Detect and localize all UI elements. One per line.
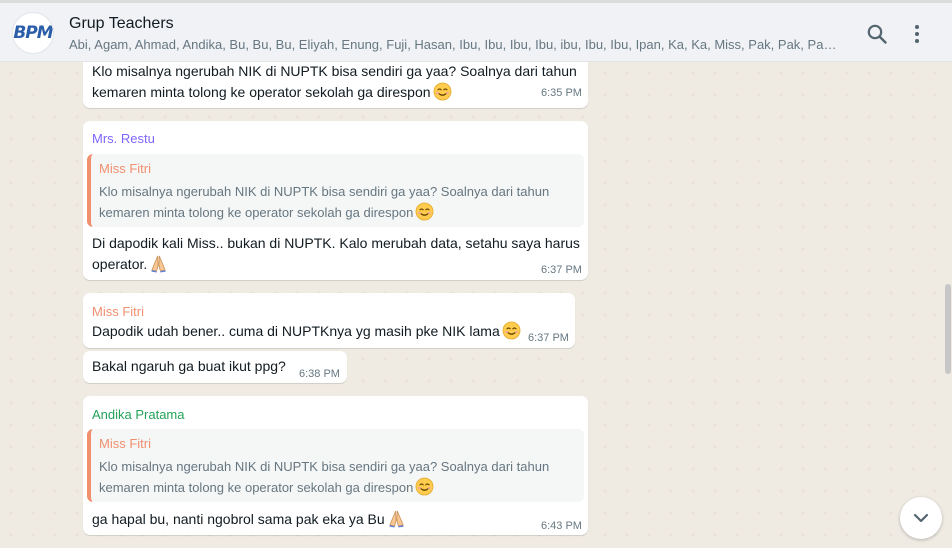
quote-author: Miss Fitri — [99, 436, 151, 451]
group-avatar[interactable]: BPM — [12, 12, 54, 54]
smiling-face-emoji — [415, 477, 435, 496]
quote-text: Klo misalnya ngerubah NIK di NUPTK bisa … — [99, 459, 550, 496]
message-time: 6:37 PM — [528, 332, 569, 344]
chat-header[interactable]: BPM Grup Teachers Abi, Agam, Ahmad, Andi… — [0, 0, 952, 62]
chat-title[interactable]: Grup Teachers — [69, 15, 174, 33]
smiling-face-emoji — [432, 81, 452, 101]
sender-name[interactable]: Andika Pratama — [92, 407, 185, 422]
message-time: 6:35 PM — [541, 87, 582, 99]
quote-author: Miss Fitri — [99, 161, 151, 176]
folded-hands-emoji — [388, 510, 404, 528]
message-text: Klo misalnya ngerubah NIK di NUPTK bisa … — [92, 63, 577, 101]
chat-members-list[interactable]: Abi, Agam, Ahmad, Andika, Bu, Bu, Bu, El… — [69, 37, 839, 52]
message-text: ga hapal bu, nanti ngobrol sama pak eka … — [92, 509, 406, 530]
sender-name[interactable]: Miss Fitri — [92, 304, 144, 319]
chevron-down-icon — [913, 513, 929, 523]
group-avatar-logo: BPM — [13, 23, 53, 43]
search-icon[interactable] — [865, 22, 889, 46]
message-time: 6:38 PM — [299, 368, 340, 380]
smiling-face-emoji — [415, 202, 435, 221]
message-time: 6:43 PM — [541, 520, 582, 532]
quoted-message[interactable]: Miss Fitri Klo misalnya ngerubah NIK di … — [87, 154, 584, 227]
menu-icon[interactable] — [905, 22, 929, 46]
message-bubble[interactable]: Mrs. Restu Miss Fitri Klo misalnya ngeru… — [83, 121, 588, 280]
folded-hands-emoji — [151, 254, 167, 273]
message-text: Di dapodik kali Miss.. bukan di NUPTK. K… — [92, 235, 580, 273]
message-time: 6:37 PM — [541, 264, 582, 276]
message-text: Dapodik udah bener.. cuma di NUPTKnya yg… — [92, 321, 521, 342]
message-text: Bakal ngaruh ga buat ikut ppg? — [92, 358, 286, 374]
message-bubble[interactable]: Bakal ngaruh ga buat ikut ppg? 6:38 PM — [83, 351, 347, 383]
scrollbar-thumb[interactable] — [945, 284, 951, 374]
scroll-to-bottom-button[interactable] — [900, 497, 942, 539]
sender-name[interactable]: Mrs. Restu — [92, 131, 155, 146]
message-bubble[interactable]: Andika Pratama Miss Fitri Klo misalnya n… — [83, 396, 588, 535]
message-bubble[interactable]: Miss Fitri Dapodik udah bener.. cuma di … — [83, 293, 575, 348]
quoted-message[interactable]: Miss Fitri Klo misalnya ngerubah NIK di … — [87, 429, 584, 502]
smiling-eyes-emoji — [502, 321, 521, 340]
message-list[interactable]: Klo misalnya ngerubah NIK di NUPTK bisa … — [0, 62, 952, 548]
quote-text: Klo misalnya ngerubah NIK di NUPTK bisa … — [99, 184, 550, 221]
message-bubble[interactable]: Klo misalnya ngerubah NIK di NUPTK bisa … — [83, 62, 588, 108]
